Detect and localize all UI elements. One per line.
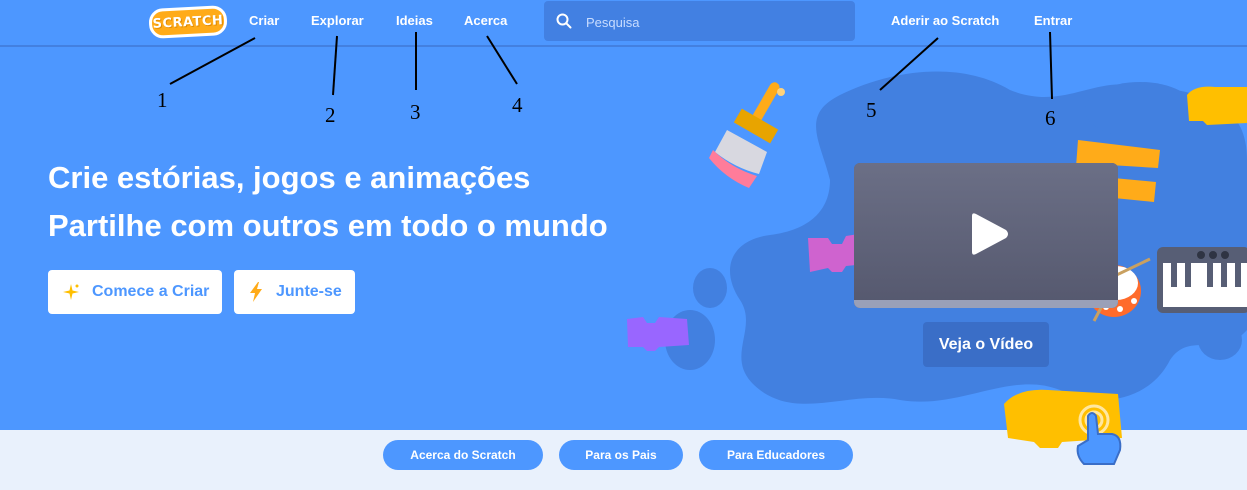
yellow-block-corner	[1187, 86, 1247, 125]
annotation-2: 2	[325, 103, 336, 127]
purple-block-2	[627, 317, 689, 351]
join-button[interactable]: Junte-se	[234, 270, 355, 314]
watch-video-label: Veja o Vídeo	[938, 335, 1034, 353]
about-scratch-button[interactable]: Acerca do Scratch	[383, 440, 543, 470]
for-educators-button[interactable]: Para Educadores	[699, 440, 853, 470]
annotation-5: 5	[866, 98, 877, 122]
watch-video-button[interactable]: Veja o Vídeo	[923, 322, 1049, 367]
paintbrush-icon	[709, 82, 785, 188]
for-parents-button[interactable]: Para os Pais	[559, 440, 683, 470]
annotation-lines	[169, 31, 1053, 100]
annotation-4: 4	[512, 93, 523, 117]
lightning-icon	[250, 282, 262, 302]
annotation-1: 1	[157, 88, 168, 112]
video-thumbnail-bar	[854, 300, 1118, 308]
sparkle-icon	[63, 284, 79, 300]
hero-headline-2: Partilhe com outros em todo o mundo	[48, 208, 608, 243]
start-creating-button[interactable]: Comece a Criar	[48, 270, 222, 314]
play-icon[interactable]	[968, 212, 1010, 256]
hero-headline-1: Crie estórias, jogos e animações	[48, 160, 531, 195]
annotation-3: 3	[410, 100, 421, 124]
keyboard-icon	[1157, 247, 1247, 313]
annotation-6: 6	[1045, 106, 1056, 130]
join-label: Junte-se	[276, 283, 342, 300]
start-creating-label: Comece a Criar	[92, 283, 210, 300]
pointer-hand-icon	[1076, 404, 1122, 465]
